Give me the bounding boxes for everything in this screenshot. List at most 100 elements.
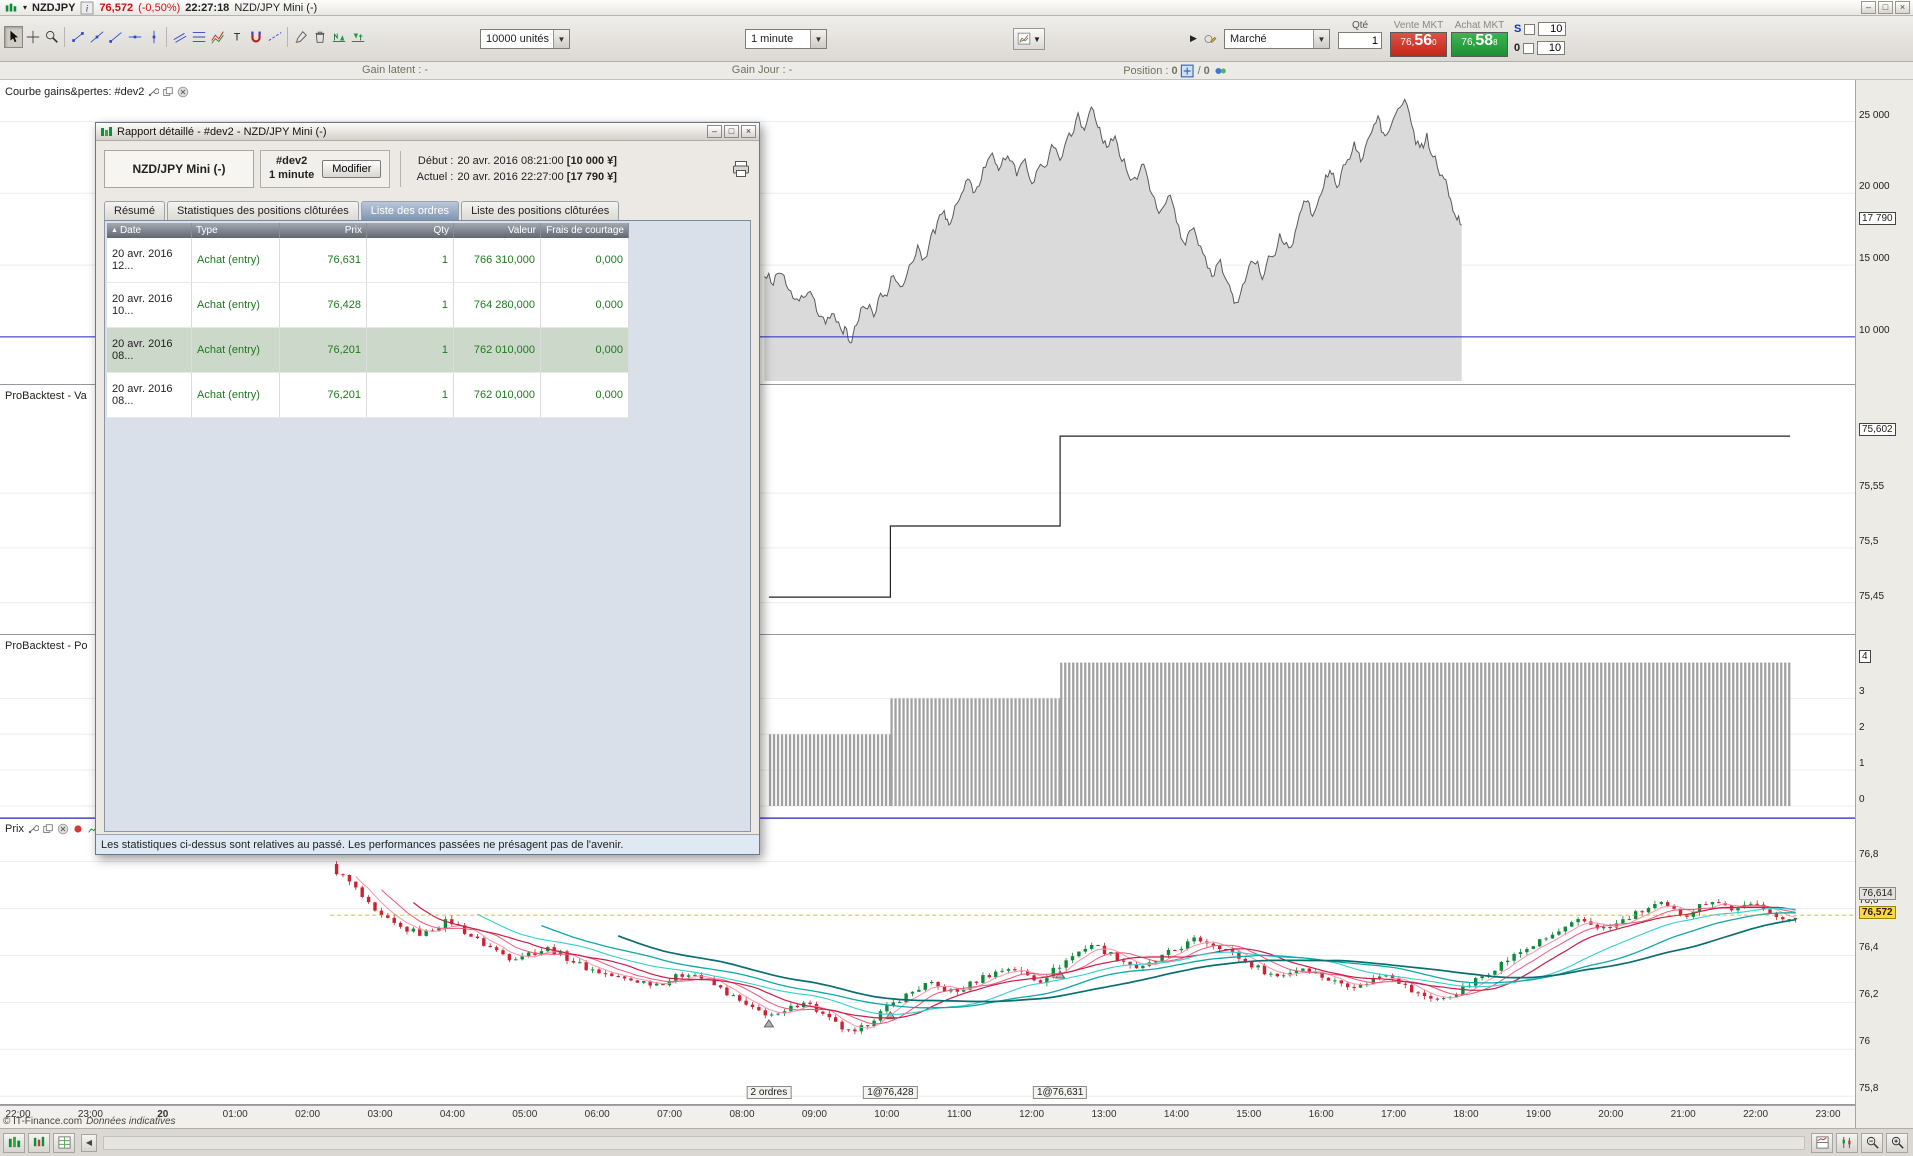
text-tool[interactable]: T: [227, 26, 246, 48]
instrument-title: NZD/JPY Mini (-): [234, 1, 318, 14]
order-type-select[interactable]: Marché ▼: [1224, 29, 1330, 49]
vertical-line-tool[interactable]: [144, 26, 163, 48]
divider: [400, 151, 402, 187]
chart-layout-icon[interactable]: [1811, 1132, 1833, 1153]
crosshair-tool[interactable]: [23, 26, 42, 48]
wrench-icon[interactable]: [147, 86, 160, 98]
dashed-line-tool[interactable]: [265, 26, 284, 48]
column-header-valeur[interactable]: Valeur: [454, 223, 541, 238]
stop-checkbox[interactable]: [1524, 23, 1536, 35]
line-tool[interactable]: [87, 26, 106, 48]
time-axis-label: 02:00: [295, 1109, 321, 1120]
close-icon[interactable]: [177, 86, 189, 98]
trash-tool[interactable]: [310, 26, 329, 48]
portfolio-chart-icon[interactable]: [3, 1132, 25, 1153]
bear-pattern-indicator[interactable]: [348, 26, 367, 48]
limit-checkbox[interactable]: [1523, 42, 1535, 54]
orders-gear-icon[interactable]: [1213, 64, 1227, 78]
tab-liste-des-ordres[interactable]: Liste des ordres: [360, 201, 460, 220]
zoom-out-icon[interactable]: [1861, 1132, 1883, 1153]
time-axis-label: 01:00: [222, 1109, 248, 1120]
print-icon[interactable]: [731, 159, 751, 179]
order-annotation[interactable]: 2 ordres: [746, 1086, 792, 1099]
modify-button[interactable]: Modifier: [322, 160, 382, 178]
time-axis-label: 08:00: [729, 1109, 755, 1120]
table-row[interactable]: 20 avr. 2016 12... Achat (entry) 76,631 1 76…: [107, 238, 629, 283]
parallel-lines-tool[interactable]: [170, 26, 189, 48]
horizontal-line-tool[interactable]: [125, 26, 144, 48]
gain-jour-status: Gain Jour :-: [731, 64, 793, 76]
column-header-prix[interactable]: Prix: [280, 223, 367, 238]
segment-tool[interactable]: [68, 26, 87, 48]
report-dialog-title-bar[interactable]: Rapport détaillé - #dev2 - NZD/JPY Mini …: [96, 123, 759, 141]
fibonacci-tool[interactable]: [189, 26, 208, 48]
timeframe-select[interactable]: 1 minute ▼: [745, 29, 827, 49]
order-annotation[interactable]: 1@76,428: [863, 1086, 918, 1099]
table-row[interactable]: 20 avr. 2016 08... Achat (entry) 76,201 1 76…: [107, 328, 629, 373]
zoom-tool[interactable]: [42, 26, 61, 48]
time-axis-label: 12:00: [1019, 1109, 1045, 1120]
window-title-bar: ▾ NZDJPY i 76,572 (-0,50%) 22:27:18 NZD/…: [0, 0, 1913, 16]
close-icon[interactable]: [57, 823, 69, 835]
close-button[interactable]: ×: [1895, 1, 1910, 14]
candlestick-view-icon[interactable]: [1836, 1132, 1858, 1153]
info-icon[interactable]: i: [80, 1, 94, 15]
panel-collapse-arrow[interactable]: ▶: [1190, 33, 1197, 44]
pointer-tool[interactable]: [4, 26, 23, 48]
price-axis[interactable]: 25 000 20 000 15 000 10 000 17 790 75,55 75,5 7…: [1855, 80, 1913, 1156]
bull-pattern-indicator[interactable]: [329, 26, 348, 48]
position-detail-icon[interactable]: [1181, 64, 1195, 78]
symbol-label[interactable]: NZDJPY: [32, 2, 75, 14]
copy-icon[interactable]: [42, 823, 54, 835]
zoom-in-icon[interactable]: [1886, 1132, 1908, 1153]
minimize-button[interactable]: –: [1861, 1, 1876, 14]
buy-market-button[interactable]: 76, 58 8: [1451, 32, 1508, 57]
ray-tool[interactable]: [106, 26, 125, 48]
data-table-icon[interactable]: [53, 1132, 75, 1153]
sell-market-button[interactable]: 76, 56 0: [1390, 32, 1447, 57]
current-value-tag: 75,602: [1859, 423, 1896, 437]
time-axis[interactable]: 22:00 23:00 20 01:00 02:00 03:00 04:00 05:00 06:…: [0, 1105, 1855, 1128]
copy-icon[interactable]: [162, 86, 174, 98]
pane-title-label: ProBacktest - Po: [5, 640, 88, 652]
wrench-icon[interactable]: [27, 823, 39, 835]
time-axis-label: 22:00: [1743, 1109, 1769, 1120]
zigzag-tool[interactable]: [208, 26, 227, 48]
column-header-date[interactable]: ▲ Date: [107, 223, 192, 238]
axis-tick: 75,8: [1859, 1083, 1879, 1095]
limit-input[interactable]: [1537, 41, 1566, 55]
time-axis-label: 07:00: [657, 1109, 683, 1120]
orders-chart-icon[interactable]: [28, 1132, 50, 1153]
scroll-left-button[interactable]: ◀: [81, 1133, 97, 1152]
column-header-qty[interactable]: Qty: [367, 223, 454, 238]
maximize-button[interactable]: □: [1878, 1, 1893, 14]
tab-r-sum-[interactable]: Résumé: [104, 201, 165, 220]
limit-label: 0: [1514, 42, 1521, 54]
table-row[interactable]: 20 avr. 2016 10... Achat (entry) 76,428 1 76…: [107, 283, 629, 328]
dialog-maximize-button[interactable]: □: [724, 125, 739, 138]
dialog-minimize-button[interactable]: –: [707, 125, 722, 138]
order-annotation[interactable]: 1@76,631: [1032, 1086, 1088, 1099]
price-pane[interactable]: [0, 818, 1855, 1105]
units-select[interactable]: 10000 unités ▼: [480, 29, 570, 49]
settings-tool[interactable]: [291, 26, 310, 48]
table-cell: 0,000: [541, 283, 629, 328]
column-header-frais-de-courtage[interactable]: Frais de courtage: [541, 223, 629, 238]
time-axis-label: 04:00: [439, 1109, 465, 1120]
dialog-close-button[interactable]: ×: [741, 125, 756, 138]
tab-statistiques-des-positions-cl-tur-es[interactable]: Statistiques des positions clôturées: [166, 201, 359, 220]
record-icon[interactable]: [72, 823, 84, 835]
stop-input[interactable]: [1538, 22, 1567, 36]
qty-input[interactable]: [1338, 32, 1382, 49]
order-edit-icon[interactable]: [1200, 28, 1220, 50]
table-row[interactable]: 20 avr. 2016 08... Achat (entry) 76,201 1 76…: [107, 373, 629, 418]
table-cell: 76,428: [280, 283, 367, 328]
magnet-tool[interactable]: [246, 26, 265, 48]
time-axis-label: 11:00: [947, 1109, 972, 1120]
horizontal-scrollbar[interactable]: [103, 1135, 1805, 1150]
chart-style-button[interactable]: ▼: [1013, 28, 1045, 50]
column-header-type[interactable]: Type: [192, 223, 280, 238]
app-logo-icon: [4, 1, 18, 15]
symbol-dropdown-caret[interactable]: ▾: [23, 3, 27, 12]
tab-liste-des-positions-cl-tur-es[interactable]: Liste des positions clôturées: [461, 201, 620, 220]
